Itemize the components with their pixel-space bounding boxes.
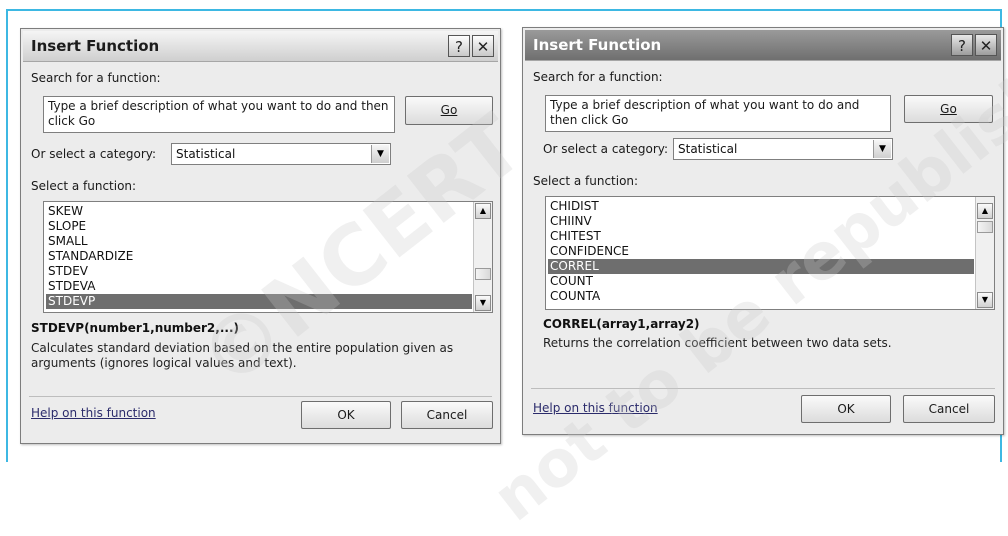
function-list-item[interactable]: COUNT bbox=[548, 274, 974, 289]
function-list-item[interactable]: CONFIDENCE bbox=[548, 244, 974, 259]
title-bar: Insert Function ? ✕ bbox=[23, 31, 498, 62]
scroll-up-icon[interactable]: ▲ bbox=[475, 203, 491, 219]
function-description-line1: Returns the correlation coefficient betw… bbox=[543, 336, 892, 350]
function-signature: CORREL(array1,array2) bbox=[543, 317, 700, 331]
scroll-thumb[interactable] bbox=[977, 221, 993, 233]
function-description-line1: Calculates standard deviation based on t… bbox=[31, 341, 454, 355]
close-button[interactable]: ✕ bbox=[975, 34, 997, 56]
chevron-down-icon[interactable]: ▼ bbox=[371, 145, 389, 163]
search-label: Search for a function: bbox=[533, 70, 663, 84]
ok-button[interactable]: OK bbox=[301, 401, 391, 429]
function-list-item[interactable]: CORREL bbox=[548, 259, 974, 274]
category-value: Statistical bbox=[678, 142, 738, 156]
search-label: Search for a function: bbox=[31, 71, 161, 85]
function-signature: STDEVP(number1,number2,...) bbox=[31, 321, 240, 335]
select-function-label: Select a function: bbox=[533, 174, 639, 188]
divider bbox=[29, 396, 492, 397]
go-button-label: Go bbox=[940, 102, 957, 116]
help-button[interactable]: ? bbox=[951, 34, 973, 56]
divider bbox=[531, 388, 995, 389]
go-button-label: Go bbox=[440, 103, 458, 117]
category-select[interactable]: Statistical ▼ bbox=[673, 138, 893, 160]
dialog-title: Insert Function bbox=[31, 37, 160, 55]
close-button[interactable]: ✕ bbox=[472, 35, 494, 57]
function-list-item[interactable]: STANDARDIZE bbox=[46, 249, 472, 264]
function-list-item[interactable]: CHITEST bbox=[548, 229, 974, 244]
function-description-line2: arguments (ignores logical values and te… bbox=[31, 356, 297, 370]
scroll-thumb[interactable] bbox=[475, 268, 491, 280]
cancel-button[interactable]: Cancel bbox=[401, 401, 493, 429]
scroll-down-icon[interactable]: ▼ bbox=[475, 295, 491, 311]
chevron-down-icon[interactable]: ▼ bbox=[873, 140, 891, 158]
insert-function-dialog-left: Insert Function ? ✕ Search for a functio… bbox=[20, 28, 501, 444]
help-link[interactable]: Help on this function bbox=[31, 406, 156, 420]
function-list-item[interactable]: CHIDIST bbox=[548, 199, 974, 214]
list-scrollbar[interactable]: ▲ ▼ bbox=[473, 202, 492, 312]
category-label: Or select a category: bbox=[543, 142, 669, 156]
function-list-item[interactable]: SKEW bbox=[46, 204, 472, 219]
category-value: Statistical bbox=[176, 147, 236, 161]
function-list[interactable]: CHIDIST CHIINV CHITEST CONFIDENCE CORREL COUN… bbox=[545, 196, 995, 310]
scroll-up-icon[interactable]: ▲ bbox=[977, 203, 993, 219]
help-link[interactable]: Help on this function bbox=[533, 401, 658, 415]
insert-function-dialog-right: Insert Function ? ✕ Search for a functio… bbox=[522, 27, 1004, 435]
title-bar: Insert Function ? ✕ bbox=[525, 30, 1001, 61]
search-input[interactable]: Type a brief description of what you wan… bbox=[545, 95, 891, 132]
go-button[interactable]: Go bbox=[904, 95, 993, 123]
category-select[interactable]: Statistical ▼ bbox=[171, 143, 391, 165]
scroll-down-icon[interactable]: ▼ bbox=[977, 292, 993, 308]
dialog-title: Insert Function bbox=[533, 36, 662, 54]
ok-button[interactable]: OK bbox=[801, 395, 891, 423]
help-button[interactable]: ? bbox=[448, 35, 470, 57]
function-list-item[interactable]: COUNTA bbox=[548, 289, 974, 304]
cancel-button[interactable]: Cancel bbox=[903, 395, 995, 423]
function-list-item[interactable]: STDEV bbox=[46, 264, 472, 279]
go-button[interactable]: Go bbox=[405, 96, 493, 125]
select-function-label: Select a function: bbox=[31, 179, 137, 193]
category-label: Or select a category: bbox=[31, 147, 157, 161]
list-scrollbar[interactable]: ▲ ▼ bbox=[975, 197, 994, 309]
function-list-item[interactable]: STDEVP bbox=[46, 294, 472, 309]
function-list[interactable]: SKEW SLOPE SMALL STANDARDIZE STDEV STDEVA STDE… bbox=[43, 201, 493, 313]
search-input[interactable]: Type a brief description of what you wan… bbox=[43, 96, 395, 133]
function-list-item[interactable]: SLOPE bbox=[46, 219, 472, 234]
function-list-item[interactable]: CHIINV bbox=[548, 214, 974, 229]
function-list-item[interactable]: STDEVA bbox=[46, 279, 472, 294]
function-list-item[interactable]: SMALL bbox=[46, 234, 472, 249]
